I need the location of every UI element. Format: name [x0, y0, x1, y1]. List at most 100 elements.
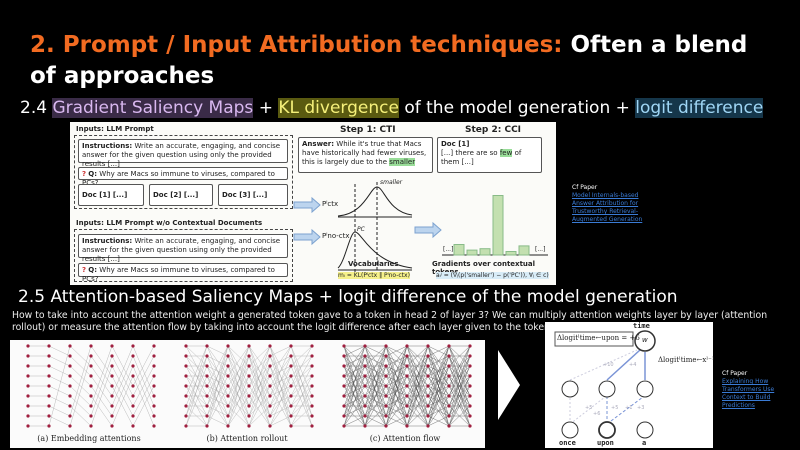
token-node: [342, 404, 346, 408]
token-node: [110, 394, 114, 398]
token-node: [226, 384, 230, 388]
token-node: [247, 384, 251, 388]
token-node: [268, 344, 272, 348]
token-node: [342, 394, 346, 398]
attention-edge: [90, 355, 113, 387]
token-node: [384, 344, 388, 348]
token-node: [68, 414, 72, 418]
attention-edge: [427, 355, 450, 407]
attention-edge: [132, 375, 155, 417]
token-node: [131, 354, 135, 358]
token-node: [468, 354, 472, 358]
ellipsis-left: [...]: [443, 246, 454, 253]
token-node: [184, 404, 188, 408]
token-node: [47, 424, 51, 428]
token-node: [468, 424, 472, 428]
token-node: [342, 364, 346, 368]
token-node: [310, 394, 314, 398]
token-node: [363, 414, 367, 418]
token-node: [363, 354, 367, 358]
attention-edge: [48, 365, 71, 377]
attention-edge: [269, 375, 292, 427]
attention-edge: [248, 345, 271, 407]
token-node: [426, 404, 430, 408]
paper-link-2[interactable]: Explaining How Transformers Use Context …: [722, 378, 797, 410]
token-node: [89, 354, 93, 358]
arrow-icon: [293, 196, 321, 214]
attention-edge: [364, 375, 387, 387]
attention-edge: [290, 365, 313, 417]
token-node: [110, 384, 114, 388]
token-node: [384, 414, 388, 418]
token-node: [152, 384, 156, 388]
token-node: [131, 344, 135, 348]
attention-edge: [111, 375, 134, 417]
token-node: [47, 404, 51, 408]
token-node: [110, 344, 114, 348]
attention-edge: [90, 365, 113, 397]
kl-formula: mᵢ = KL(Pˡctx ‖ Pˡno-ctx): [338, 272, 410, 279]
attention-edge: [427, 345, 450, 387]
paper-link-1[interactable]: Model Internals-based Answer Attribution…: [572, 192, 647, 224]
logit-difference-highlight: logit difference: [635, 98, 764, 118]
attention-edge: [132, 345, 155, 397]
gradient-bar: [479, 248, 491, 256]
attention-edge: [248, 355, 271, 417]
attention-edge: [90, 345, 113, 377]
gradient-bar: [466, 249, 478, 256]
token-node: [384, 404, 388, 408]
caption-b: (b) Attention rollout: [206, 434, 288, 443]
token-node: [405, 414, 409, 418]
attention-edge: [269, 355, 292, 407]
attention-edge: [48, 375, 71, 387]
attention-edge: [343, 345, 366, 417]
cf-paper-2: Cf Paper Explaining How Transformers Use …: [722, 370, 797, 410]
section-2-4-heading: 2.4 Gradient Saliency Maps + KL divergen…: [20, 98, 764, 118]
token-node: [184, 424, 188, 428]
token-node: [184, 354, 188, 358]
token-node: [310, 374, 314, 378]
token-node: [89, 364, 93, 368]
edge-label: +1: [625, 405, 633, 411]
attention-edge: [48, 415, 71, 427]
token-node: [289, 364, 293, 368]
token-node: [26, 354, 30, 358]
slide-title: 2. Prompt / Input Attribution techniques…: [30, 30, 750, 92]
edge-label: +4: [629, 362, 637, 368]
token-node: [289, 374, 293, 378]
cf-paper-1: Cf Paper Model Internals-based Answer Att…: [572, 184, 647, 224]
token-node: [205, 354, 209, 358]
caption-a: (a) Embedding attentions: [37, 434, 141, 443]
attention-edge: [69, 385, 92, 407]
mirage-figure: Inputs: LLM Prompt Instructions: Write a…: [70, 122, 556, 285]
attention-edge: [269, 345, 292, 387]
token-node: [26, 424, 30, 428]
attention-edge: [343, 415, 366, 427]
token-node: [247, 344, 251, 348]
token-node: [310, 354, 314, 358]
token-node: [110, 364, 114, 368]
token-node: [310, 404, 314, 408]
token-node: [447, 424, 451, 428]
attention-figure: (a) Embedding attentions (b) Attention r…: [10, 340, 485, 448]
token-node: [310, 414, 314, 418]
token-node: [152, 404, 156, 408]
w-label: w: [642, 336, 648, 344]
token-node: [447, 384, 451, 388]
token-node: [205, 404, 209, 408]
token-node: [342, 344, 346, 348]
attention-edge: [90, 355, 113, 417]
gradient-bars: [453, 195, 530, 256]
token-node: [310, 424, 314, 428]
attention-edge: [290, 345, 313, 397]
attention-edge: [385, 345, 408, 417]
attention-edge: [185, 345, 208, 397]
smaller-label: smaller: [380, 179, 403, 186]
token-node: [405, 364, 409, 368]
token-node: [363, 404, 367, 408]
token-node: [26, 344, 30, 348]
attention-edge: [111, 365, 134, 417]
attention-edge: [206, 365, 229, 427]
token-node: [110, 424, 114, 428]
attention-edge: [269, 375, 292, 417]
